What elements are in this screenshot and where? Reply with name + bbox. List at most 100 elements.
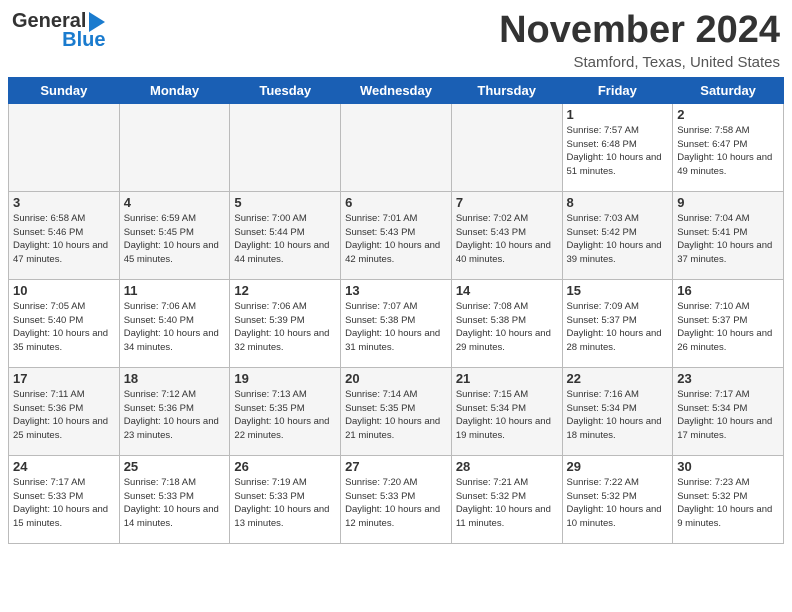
day-number: 22: [567, 371, 669, 386]
day-cell: 20 Sunrise: 7:14 AM Sunset: 5:35 PM Dayli…: [341, 367, 452, 455]
day-info: Sunrise: 7:16 AM Sunset: 5:34 PM Dayligh…: [567, 388, 669, 443]
day-cell: 27 Sunrise: 7:20 AM Sunset: 5:33 PM Dayli…: [341, 455, 452, 543]
col-header-wednesday: Wednesday: [341, 77, 452, 103]
col-header-saturday: Saturday: [673, 77, 784, 103]
day-info: Sunrise: 7:20 AM Sunset: 5:33 PM Dayligh…: [345, 476, 447, 531]
calendar-week-row: 17Sunrise: 7:11 AM Sunset: 5:36 PM Dayli…: [9, 367, 784, 455]
day-cell: 28Sunrise: 7:21 AM Sunset: 5:32 PM Dayli…: [451, 455, 562, 543]
day-number: 19: [234, 371, 336, 386]
day-number: 6: [345, 195, 447, 210]
day-cell: 23 Sunrise: 7:17 AM Sunset: 5:34 PM Dayli…: [673, 367, 784, 455]
col-header-sunday: Sunday: [9, 77, 120, 103]
day-number: 30: [677, 459, 779, 474]
day-info: Sunrise: 7:17 AM Sunset: 5:33 PM Dayligh…: [13, 476, 115, 531]
day-cell: 15 Sunrise: 7:09 AM Sunset: 5:37 PM Dayli…: [562, 279, 673, 367]
calendar-header-row: SundayMondayTuesdayWednesdayThursdayFrid…: [9, 77, 784, 103]
day-cell: 8Sunrise: 7:03 AM Sunset: 5:42 PM Daylig…: [562, 191, 673, 279]
day-cell: 14 Sunrise: 7:08 AM Sunset: 5:38 PM Dayli…: [451, 279, 562, 367]
logo-blue-text: Blue: [62, 29, 105, 52]
day-cell: 13Sunrise: 7:07 AM Sunset: 5:38 PM Dayli…: [341, 279, 452, 367]
day-number: 9: [677, 195, 779, 210]
day-cell: [9, 103, 120, 191]
day-info: Sunrise: 7:00 AM Sunset: 5:44 PM Dayligh…: [234, 212, 336, 267]
col-header-friday: Friday: [562, 77, 673, 103]
day-number: 20: [345, 371, 447, 386]
calendar-week-row: 1 Sunrise: 7:57 AM Sunset: 6:48 PM Daylig…: [9, 103, 784, 191]
day-cell: 19Sunrise: 7:13 AM Sunset: 5:35 PM Dayli…: [230, 367, 341, 455]
day-info: Sunrise: 6:58 AM Sunset: 5:46 PM Dayligh…: [13, 212, 115, 267]
day-info: Sunrise: 7:19 AM Sunset: 5:33 PM Dayligh…: [234, 476, 336, 531]
calendar-table: SundayMondayTuesdayWednesdayThursdayFrid…: [8, 77, 784, 544]
day-info: Sunrise: 7:01 AM Sunset: 5:43 PM Dayligh…: [345, 212, 447, 267]
day-cell: 3 Sunrise: 6:58 AM Sunset: 5:46 PM Daylig…: [9, 191, 120, 279]
day-info: Sunrise: 7:08 AM Sunset: 5:38 PM Dayligh…: [456, 300, 558, 355]
day-info: Sunrise: 7:23 AM Sunset: 5:32 PM Dayligh…: [677, 476, 779, 531]
day-cell: 4 Sunrise: 6:59 AM Sunset: 5:45 PM Daylig…: [119, 191, 230, 279]
day-cell: 12Sunrise: 7:06 AM Sunset: 5:39 PM Dayli…: [230, 279, 341, 367]
day-number: 26: [234, 459, 336, 474]
day-info: Sunrise: 7:17 AM Sunset: 5:34 PM Dayligh…: [677, 388, 779, 443]
day-cell: 16 Sunrise: 7:10 AM Sunset: 5:37 PM Dayli…: [673, 279, 784, 367]
day-info: Sunrise: 7:15 AM Sunset: 5:34 PM Dayligh…: [456, 388, 558, 443]
day-info: Sunrise: 7:05 AM Sunset: 5:40 PM Dayligh…: [13, 300, 115, 355]
day-number: 29: [567, 459, 669, 474]
day-info: Sunrise: 7:09 AM Sunset: 5:37 PM Dayligh…: [567, 300, 669, 355]
day-number: 8: [567, 195, 669, 210]
month-title: November 2024: [499, 10, 780, 52]
day-cell: 6 Sunrise: 7:01 AM Sunset: 5:43 PM Daylig…: [341, 191, 452, 279]
day-info: Sunrise: 7:57 AM Sunset: 6:48 PM Dayligh…: [567, 124, 669, 179]
day-info: Sunrise: 7:06 AM Sunset: 5:39 PM Dayligh…: [234, 300, 336, 355]
day-number: 4: [124, 195, 226, 210]
day-number: 23: [677, 371, 779, 386]
day-number: 27: [345, 459, 447, 474]
day-number: 15: [567, 283, 669, 298]
day-cell: [119, 103, 230, 191]
day-number: 2: [677, 107, 779, 122]
day-number: 24: [13, 459, 115, 474]
day-cell: 29 Sunrise: 7:22 AM Sunset: 5:32 PM Dayli…: [562, 455, 673, 543]
day-cell: 26 Sunrise: 7:19 AM Sunset: 5:33 PM Dayli…: [230, 455, 341, 543]
day-cell: 22 Sunrise: 7:16 AM Sunset: 5:34 PM Dayli…: [562, 367, 673, 455]
day-info: Sunrise: 7:18 AM Sunset: 5:33 PM Dayligh…: [124, 476, 226, 531]
day-info: Sunrise: 7:14 AM Sunset: 5:35 PM Dayligh…: [345, 388, 447, 443]
day-number: 11: [124, 283, 226, 298]
day-cell: 11 Sunrise: 7:06 AM Sunset: 5:40 PM Dayli…: [119, 279, 230, 367]
day-number: 17: [13, 371, 115, 386]
day-cell: 2 Sunrise: 7:58 AM Sunset: 6:47 PM Daylig…: [673, 103, 784, 191]
day-cell: 1 Sunrise: 7:57 AM Sunset: 6:48 PM Daylig…: [562, 103, 673, 191]
day-number: 1: [567, 107, 669, 122]
day-info: Sunrise: 7:22 AM Sunset: 5:32 PM Dayligh…: [567, 476, 669, 531]
day-number: 21: [456, 371, 558, 386]
day-cell: 7Sunrise: 7:02 AM Sunset: 5:43 PM Daylig…: [451, 191, 562, 279]
day-cell: 24 Sunrise: 7:17 AM Sunset: 5:33 PM Dayli…: [9, 455, 120, 543]
day-info: Sunrise: 7:07 AM Sunset: 5:38 PM Dayligh…: [345, 300, 447, 355]
calendar-week-row: 3 Sunrise: 6:58 AM Sunset: 5:46 PM Daylig…: [9, 191, 784, 279]
title-block: November 2024 Stamford, Texas, United St…: [499, 10, 780, 71]
day-cell: [341, 103, 452, 191]
day-info: Sunrise: 7:12 AM Sunset: 5:36 PM Dayligh…: [124, 388, 226, 443]
day-number: 10: [13, 283, 115, 298]
day-cell: 18 Sunrise: 7:12 AM Sunset: 5:36 PM Dayli…: [119, 367, 230, 455]
day-number: 28: [456, 459, 558, 474]
day-info: Sunrise: 7:04 AM Sunset: 5:41 PM Dayligh…: [677, 212, 779, 267]
day-cell: 9 Sunrise: 7:04 AM Sunset: 5:41 PM Daylig…: [673, 191, 784, 279]
day-cell: 5Sunrise: 7:00 AM Sunset: 5:44 PM Daylig…: [230, 191, 341, 279]
day-cell: 21 Sunrise: 7:15 AM Sunset: 5:34 PM Dayli…: [451, 367, 562, 455]
day-info: Sunrise: 7:58 AM Sunset: 6:47 PM Dayligh…: [677, 124, 779, 179]
day-number: 3: [13, 195, 115, 210]
day-info: Sunrise: 6:59 AM Sunset: 5:45 PM Dayligh…: [124, 212, 226, 267]
day-number: 7: [456, 195, 558, 210]
col-header-monday: Monday: [119, 77, 230, 103]
day-number: 16: [677, 283, 779, 298]
col-header-thursday: Thursday: [451, 77, 562, 103]
day-info: Sunrise: 7:10 AM Sunset: 5:37 PM Dayligh…: [677, 300, 779, 355]
header: General Blue November 2024 Stamford, Tex…: [0, 0, 792, 77]
col-header-tuesday: Tuesday: [230, 77, 341, 103]
day-cell: 10 Sunrise: 7:05 AM Sunset: 5:40 PM Dayli…: [9, 279, 120, 367]
calendar-week-row: 10 Sunrise: 7:05 AM Sunset: 5:40 PM Dayli…: [9, 279, 784, 367]
day-number: 18: [124, 371, 226, 386]
day-cell: [451, 103, 562, 191]
day-cell: 30 Sunrise: 7:23 AM Sunset: 5:32 PM Dayli…: [673, 455, 784, 543]
day-info: Sunrise: 7:06 AM Sunset: 5:40 PM Dayligh…: [124, 300, 226, 355]
day-number: 14: [456, 283, 558, 298]
